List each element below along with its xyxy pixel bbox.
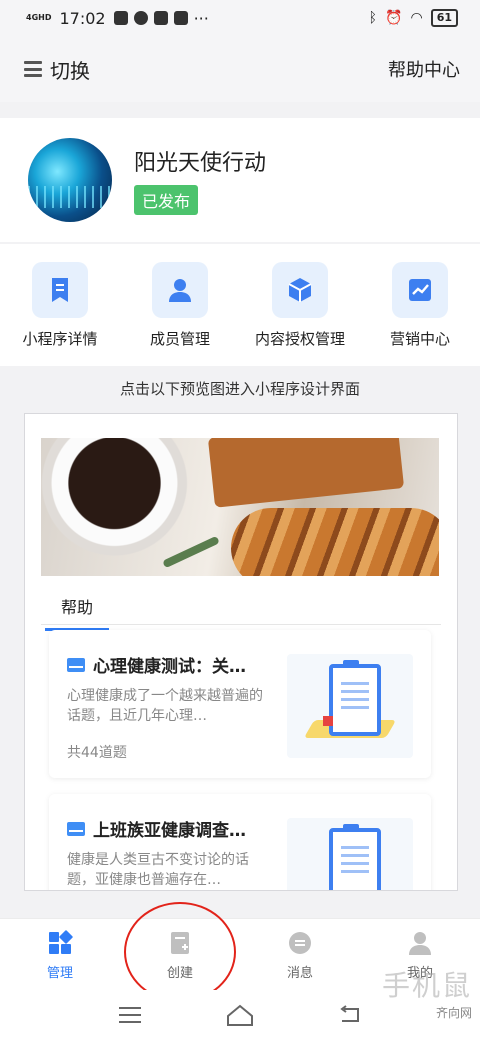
avatar: [28, 138, 112, 222]
preview-hint: 点击以下预览图进入小程序设计界面: [119, 380, 360, 398]
message-icon: [289, 931, 311, 954]
quick-actions: 小程序详情 成员管理 内容授权管理 营销中心: [0, 244, 480, 366]
list-item[interactable]: 上班族亚健康调查… 健康是人类亘古不变讨论的话题，亚健康也普遍存在…: [49, 794, 431, 890]
alarm-icon: ⏰: [385, 10, 403, 26]
quick-action-details[interactable]: 小程序详情: [0, 262, 120, 349]
envelope-icon: [67, 821, 85, 836]
list-item[interactable]: 心理健康测试：关… 心理健康成了一个越来越普遍的话题，且近几年心理… 共44道题: [49, 630, 431, 778]
clipboard-illustration: [287, 818, 413, 890]
status-bar: 4GHD 17:02 ··· ᛒ ⏰ ◠ 61: [0, 0, 480, 36]
top-bar: 切换 帮助中心: [0, 36, 480, 102]
notification-icon: [113, 11, 128, 25]
grid-icon: [49, 929, 73, 954]
bookmark-icon: [32, 262, 88, 318]
envelope-icon: [67, 657, 85, 672]
more-dots-icon: ···: [193, 8, 209, 28]
chat-icon: [133, 11, 148, 25]
banner-image: [41, 438, 439, 576]
watermark: 手机鼠 齐向网: [381, 969, 472, 1020]
watermark-source: 齐向网: [435, 1006, 472, 1020]
home-nav-icon[interactable]: [225, 1003, 255, 1027]
cube-icon: [272, 262, 328, 318]
coffee-cup-image: [41, 438, 191, 558]
mini-program-profile: 阳光天使行动 已发布: [0, 118, 480, 242]
quick-action-members[interactable]: 成员管理: [120, 262, 240, 349]
mail-outline-icon: [173, 11, 188, 25]
create-doc-icon: [171, 931, 189, 954]
tab-divider: [41, 624, 441, 625]
clipboard-illustration: [287, 654, 413, 758]
person-icon: [152, 262, 208, 318]
tab-create[interactable]: 创建: [140, 930, 220, 981]
battery-icon: 61: [430, 9, 458, 27]
app-name: 阳光天使行动: [134, 151, 267, 176]
mail-icon: [153, 11, 168, 25]
wifi-icon: ◠: [410, 10, 423, 26]
pastry-tray-image: [207, 438, 405, 508]
status-badge: 已发布: [134, 185, 199, 215]
trend-chart-icon: [392, 262, 448, 318]
card-title: 心理健康测试：关…: [93, 657, 246, 677]
tab-messages[interactable]: 消息: [260, 930, 340, 981]
status-time: 17:02: [59, 8, 106, 28]
card-question-count: 共44道题: [67, 745, 127, 761]
pastry-image: [231, 508, 439, 576]
bluetooth-icon: ᛒ: [368, 10, 378, 26]
card-title: 上班族亚健康调查…: [93, 821, 246, 841]
help-center-link[interactable]: 帮助中心: [388, 56, 460, 82]
quick-action-marketing[interactable]: 营销中心: [360, 262, 480, 349]
tab-manage[interactable]: 管理: [20, 929, 100, 981]
back-nav-icon[interactable]: [335, 1003, 365, 1027]
card-description: 健康是人类亘古不变讨论的话题，亚健康也普遍存在…: [67, 852, 249, 888]
card-description: 心理健康成了一个越来越普遍的话题，且近几年心理…: [67, 688, 263, 724]
menu-icon: [24, 61, 42, 77]
herb-image: [162, 535, 220, 569]
network-indicator: 4GHD: [26, 13, 52, 22]
user-icon: [409, 931, 431, 955]
switch-label: 切换: [50, 58, 90, 83]
quick-action-content-auth[interactable]: 内容授权管理: [240, 262, 360, 349]
menu-nav-icon[interactable]: [115, 1003, 145, 1027]
switch-button[interactable]: 切换: [24, 55, 90, 84]
design-preview[interactable]: 帮助 心理健康测试：关… 心理健康成了一个越来越普遍的话题，且近几年心理… 共4…: [24, 413, 458, 891]
